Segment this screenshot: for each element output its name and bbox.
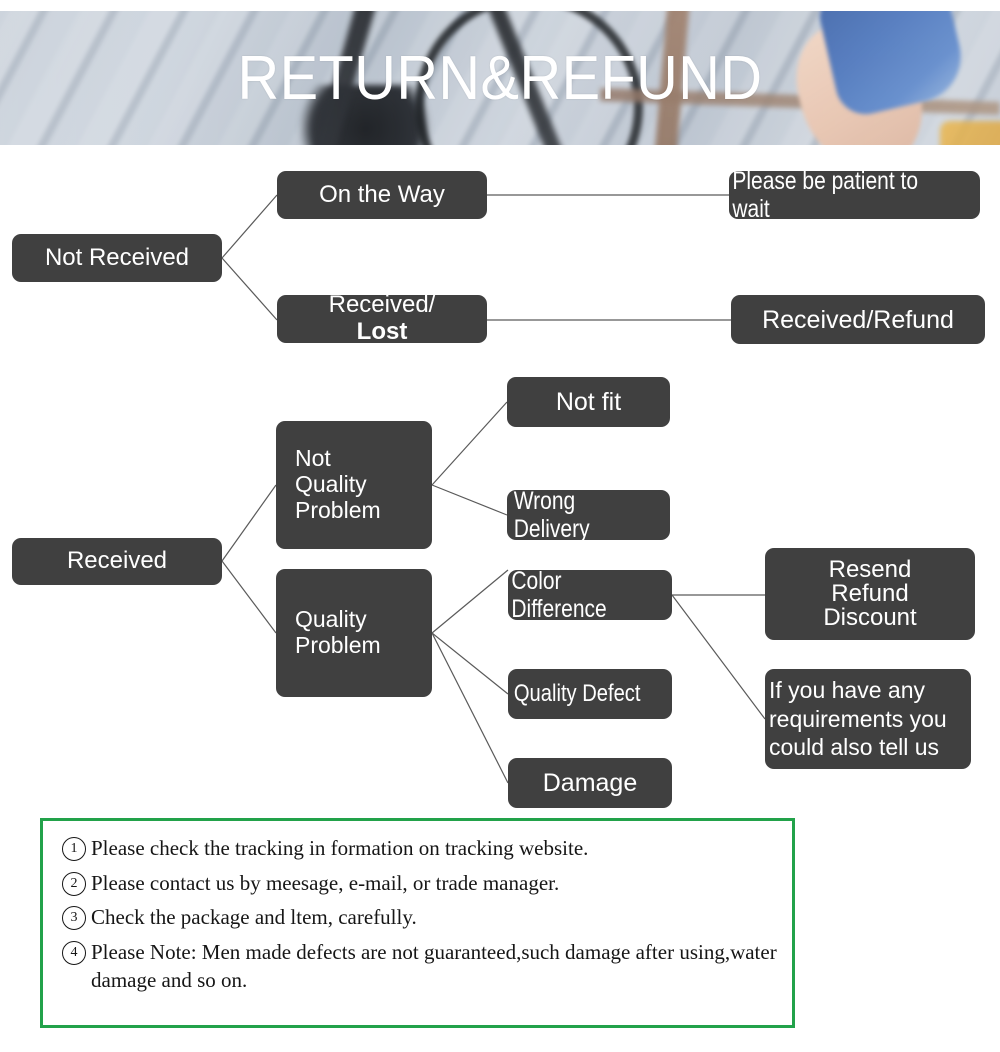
note-item: 2 Please contact us by meesage, e-mail, … [57,870,782,898]
node-quality-problem[interactable]: Quality Problem [276,569,432,697]
node-not-received-label: Not Received [44,243,190,271]
node-if-you-have-any-requirements[interactable]: If you have any requirements you could a… [765,669,971,769]
node-wrong-delivery[interactable]: Wrong Delivery [507,487,670,543]
node-please-be-patient[interactable]: Please be patient to wait [729,167,980,223]
page-title: RETURN&REFUND [237,43,763,113]
node-not-received[interactable]: Not Received [12,234,222,282]
node-on-the-way-label: On the Way [319,180,445,208]
node-damage-label: Damage [542,769,638,797]
node-color-difference-label: Color Difference [511,567,607,623]
circled-number-icon: 4 [62,941,86,966]
connector-quality-damage [431,632,509,784]
connector-colordifference-requirements [671,594,766,720]
node-damage[interactable]: Damage [508,758,672,808]
circled-number-icon: 1 [62,837,86,861]
node-received-lost-prefix: Received/ [328,291,436,319]
node-color-difference[interactable]: Color Difference [508,567,672,623]
note-number: 4 [57,939,91,966]
connector-notreceived-ontheway [221,194,278,259]
node-received-refund-label: Received/Refund [762,305,954,334]
notes-panel: 1 Please check the tracking in formation… [40,818,795,1028]
node-not-quality-problem[interactable]: Not Quality Problem [276,421,432,549]
note-text: Check the package and ltem, carefully. [91,905,417,930]
node-quality-problem-label: Quality Problem [295,606,381,658]
node-on-the-way[interactable]: On the Way [277,171,487,219]
node-wrong-delivery-label: Wrong Delivery [513,487,590,543]
node-received-lost-label: Received/Lost [277,291,487,346]
connector-quality-colordifference [431,569,509,634]
note-item: 4 Please Note: Men made defects are not … [57,939,782,994]
connector-notquality-wrongdelivery [431,484,508,516]
node-quality-defect-label: Quality Defect [513,679,641,707]
note-text: Please check the tracking in formation o… [91,836,589,860]
flowchart: Not Received Received On the Way Receive… [0,145,1000,845]
note-text: Please contact us by meesage, e-mail, or… [91,870,560,895]
header-banner: RETURN&REFUND [0,11,1000,145]
connector-notquality-notfit [431,401,508,486]
node-if-you-have-any-requirements-label: If you have any requirements you could a… [769,677,947,761]
note-item: 1 Please check the tracking in formation… [57,835,782,863]
node-resend-refund-discount[interactable]: Resend Refund Discount [765,548,975,640]
note-item: 3 Check the package and ltem, carefully. [57,904,782,932]
node-resend-refund-discount-label: Resend Refund Discount [823,556,917,631]
connector-received-quality [221,560,277,634]
node-quality-defect[interactable]: Quality Defect [508,669,672,719]
connector-notreceived-receivedlost [221,257,278,321]
note-number: 1 [57,835,91,861]
node-received-lost[interactable]: Received/Lost [277,291,487,346]
node-received[interactable]: Received [12,538,222,585]
node-not-fit-label: Not fit [555,388,622,416]
return-refund-infographic: RETURN&REFUND Not Received Received On t… [0,0,1000,1052]
node-not-quality-problem-label: Not Quality Problem [295,445,381,523]
connector-quality-qualitydefect [431,632,509,695]
node-not-fit[interactable]: Not fit [507,377,670,427]
node-received-refund[interactable]: Received/Refund [731,295,985,344]
node-please-be-patient-label: Please be patient to wait [732,167,918,223]
note-text: Please Note: Men made defects are not gu… [91,940,777,992]
circled-number-icon: 3 [62,906,86,931]
note-number: 3 [57,904,91,931]
node-received-label: Received [66,547,168,575]
note-number: 2 [57,870,91,896]
connector-received-notquality [221,484,277,562]
circled-number-icon: 2 [62,871,86,896]
node-received-lost-emphasis: Lost [356,318,408,345]
